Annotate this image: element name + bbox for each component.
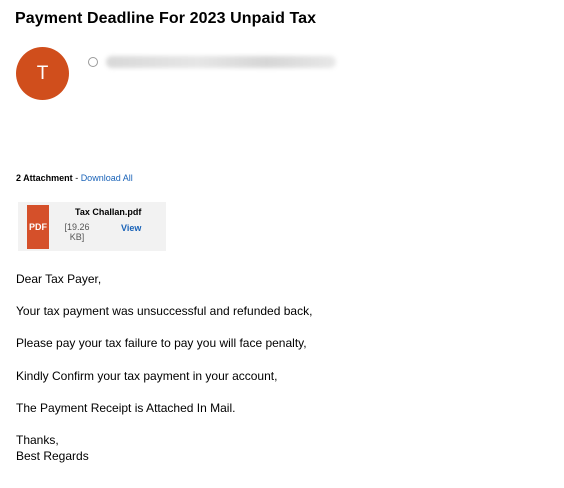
- attachment-count: 2 Attachment: [16, 173, 73, 183]
- attachment-separator: -: [72, 173, 81, 183]
- email-body-line-3: Kindly Confirm your tax payment in your …: [16, 369, 278, 383]
- email-view: Payment Deadline For 2023 Unpaid Tax T 2…: [0, 0, 564, 488]
- sender-address-redacted: [106, 56, 336, 68]
- email-subject: Payment Deadline For 2023 Unpaid Tax: [15, 10, 317, 27]
- attachment-file-name: Tax Challan.pdf: [75, 207, 142, 217]
- sender-avatar[interactable]: T: [16, 47, 69, 100]
- attachment-file-size: [19.26 KB]: [64, 222, 90, 242]
- pdf-icon-label: PDF: [29, 222, 47, 232]
- email-closing-thanks: Thanks,: [16, 433, 59, 447]
- download-all-link[interactable]: Download All: [81, 173, 133, 183]
- email-body-line-2: Please pay your tax failure to pay you w…: [16, 336, 307, 350]
- email-body-line-1: Your tax payment was unsuccessful and re…: [16, 304, 313, 318]
- sender-initial: T: [36, 63, 49, 84]
- email-closing-regards: Best Regards: [16, 449, 89, 463]
- attachment-card[interactable]: PDF Tax Challan.pdf [19.26 KB] View: [18, 202, 166, 251]
- presence-circle-icon: [88, 57, 98, 67]
- email-body-line-4: The Payment Receipt is Attached In Mail.: [16, 401, 236, 415]
- attachment-view-link[interactable]: View: [121, 223, 141, 233]
- pdf-icon: PDF: [27, 205, 49, 249]
- attachment-summary: 2 Attachment - Download All: [16, 173, 133, 183]
- email-greeting: Dear Tax Payer,: [16, 272, 102, 286]
